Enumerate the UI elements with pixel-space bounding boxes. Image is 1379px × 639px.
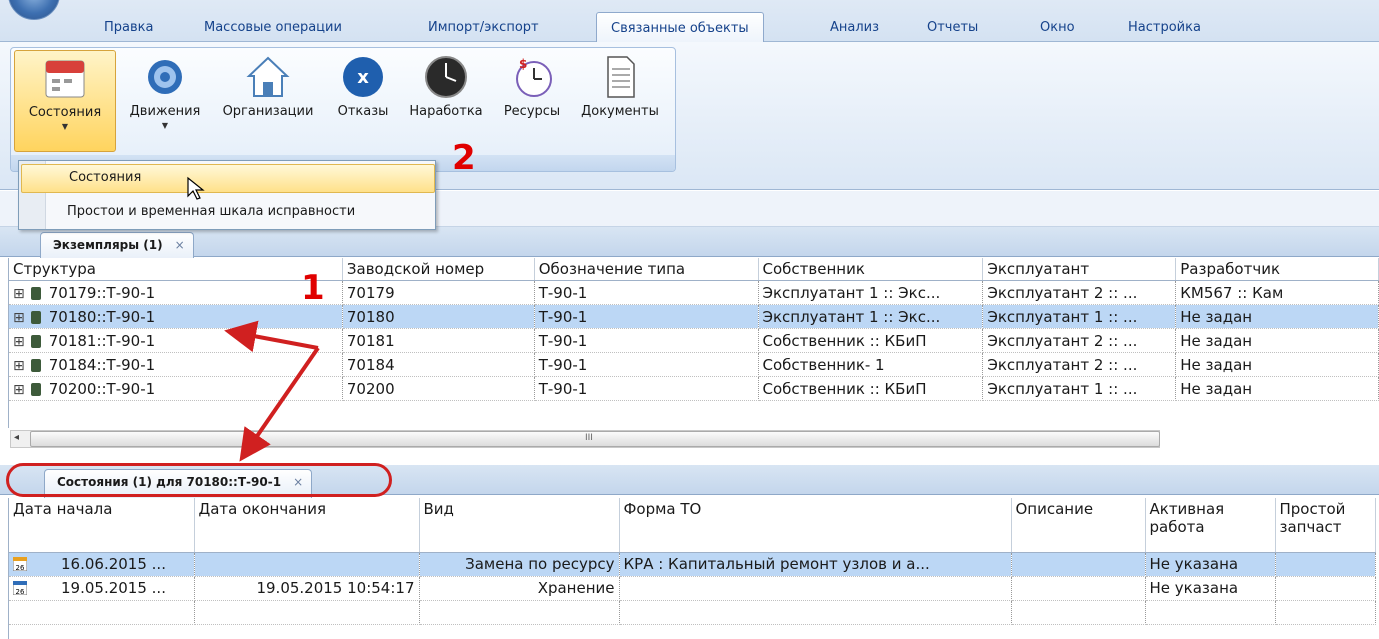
arrow-to-tab [239,346,320,462]
arrow-to-row [224,320,319,353]
annotation-arrows [224,320,320,462]
